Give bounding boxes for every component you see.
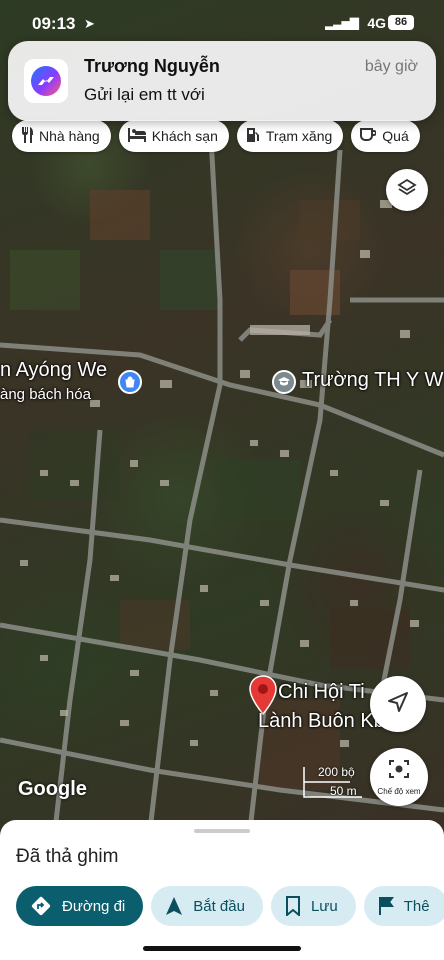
scale-meters: 50 m [330,784,357,798]
my-location-button[interactable] [370,676,426,732]
store-pin-icon[interactable] [118,370,142,394]
map-scale: 200 bộ 50 m [302,765,366,799]
restaurant-icon [21,126,33,146]
flag-icon [378,896,394,916]
directions-icon [30,895,52,917]
sheet-title: Đã thả ghim [16,846,119,867]
add-label-label: Thê [403,897,430,915]
home-indicator [143,946,301,951]
chip-label: Khách sạn [151,128,218,144]
map-place-label[interactable]: n Ayóng We [0,359,107,382]
save-button[interactable]: Lưu [270,886,356,926]
scale-feet: 200 bộ [318,765,355,779]
chip-hotels[interactable]: Khách sạn [118,120,229,152]
start-label: Bắt đầu [193,897,245,915]
chip-gas-stations[interactable]: Trạm xăng [236,120,344,152]
chip-label: Quá [382,128,409,144]
school-pin-icon[interactable] [272,370,296,394]
signal-icon: ▂▃▅▇ [325,16,359,30]
messenger-icon [24,59,68,103]
map-school-label[interactable]: Trường TH Y W [302,369,443,392]
chip-cafes[interactable]: Quá [351,120,420,152]
google-attribution: Google [18,778,87,800]
status-bar: 09:13 ➤ ▂▃▅▇ 4G 86 [0,0,444,44]
directions-button[interactable]: Đường đi [16,886,144,926]
chip-restaurants[interactable]: Nhà hàng [12,120,111,152]
hotel-icon [127,127,146,145]
map-pin-label-line1[interactable]: Chi Hội Ti [278,681,365,704]
notification-time: bây giờ [364,58,418,75]
navigation-arrow-icon [387,691,409,718]
coffee-icon [360,127,378,145]
network-type: 4G [367,15,386,31]
category-chips: Nhà hàng Khách sạn Trạm xăng Quá [12,120,420,152]
directions-label: Đường đi [62,897,126,915]
layers-icon [397,178,417,203]
bookmark-icon [285,896,301,916]
sheet-drag-handle[interactable] [194,829,250,833]
chip-label: Nhà hàng [39,128,100,144]
location-arrow-icon: ➤ [84,16,95,31]
layers-button[interactable] [386,169,428,211]
battery-indicator: 86 [388,15,414,30]
status-time: 09:13 [32,14,76,33]
save-label: Lưu [310,897,338,915]
street-view-icon [388,758,410,785]
notification-message: Gửi lại em tt với [84,85,205,104]
street-view-label: Chế độ xem [377,787,421,796]
bottom-sheet[interactable]: Đã thả ghim Đường đi Bắt đầu Lưu Thê [0,820,444,960]
notification-banner[interactable]: Trương Nguyễn bây giờ Gửi lại em tt với [8,41,436,121]
street-view-button[interactable]: Chế độ xem [370,748,428,806]
dropped-pin-marker[interactable] [248,675,278,716]
notification-sender: Trương Nguyễn [84,56,220,76]
gas-station-icon [246,127,260,146]
navigation-icon [165,896,183,916]
action-buttons: Đường đi Bắt đầu Lưu Thê [16,886,444,926]
add-label-button[interactable]: Thê [363,886,444,926]
start-button[interactable]: Bắt đầu [151,886,263,926]
map-place-sublabel: àng bách hóa [0,386,91,403]
chip-label: Trạm xăng [265,128,333,144]
